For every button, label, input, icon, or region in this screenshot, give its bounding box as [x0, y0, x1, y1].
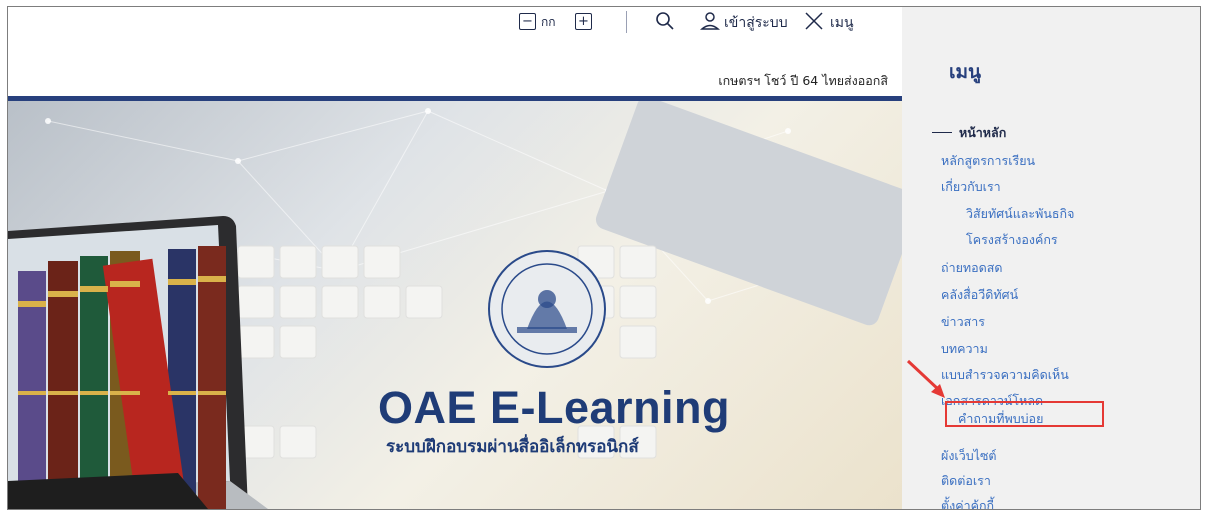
- user-icon[interactable]: [700, 10, 720, 36]
- banner-subtitle: ระบบฝึกอบรมผ่านสื่ออิเล็กทรอนิกส์: [386, 437, 639, 457]
- toolbar-divider: [626, 11, 627, 33]
- browser-viewport: − กก + เข้าสู่ระบบ เมนู เกษตรฯ โชว์ ปี 6…: [7, 6, 1201, 510]
- menu-item-contact[interactable]: ติดต่อเรา: [941, 471, 991, 491]
- font-increase-button[interactable]: +: [575, 13, 592, 30]
- menu-item-live[interactable]: ถ่ายทอดสด: [941, 258, 1003, 278]
- side-menu-panel: เมนู หน้าหลัก หลักสูตรการเรียน เกี่ยวกับ…: [902, 7, 1200, 509]
- menu-item-about[interactable]: เกี่ยวกับเรา: [941, 177, 1001, 197]
- hero-banner: OAE E-Learning ระบบฝึกอบรมผ่านสื่ออิเล็ก…: [8, 101, 902, 509]
- login-link[interactable]: เข้าสู่ระบบ: [724, 12, 788, 34]
- menu-item-cookie-settings[interactable]: ตั้งค่าคุ้กกี้: [941, 496, 994, 509]
- menu-item-sitemap[interactable]: ผังเว็บไซต์: [941, 446, 997, 466]
- menu-item-survey[interactable]: แบบสำรวจความคิดเห็น: [941, 365, 1069, 385]
- menu-toggle-label[interactable]: เมนู: [830, 12, 854, 34]
- close-icon[interactable]: [803, 10, 825, 36]
- main-content: − กก + เข้าสู่ระบบ เมนู เกษตรฯ โชว์ ปี 6…: [8, 7, 902, 509]
- font-size-label: กก: [541, 15, 556, 29]
- search-icon[interactable]: [654, 10, 676, 36]
- menu-item-news[interactable]: ข่าวสาร: [941, 312, 985, 332]
- menu-item-video-library[interactable]: คลังสื่อวีดิทัศน์: [941, 285, 1018, 305]
- news-ticker[interactable]: เกษตรฯ โชว์ ปี 64 ไทยส่งออกสิ: [718, 71, 888, 91]
- red-arrow-icon: [906, 359, 945, 398]
- banner-title: OAE E-Learning: [378, 382, 731, 433]
- font-decrease-button[interactable]: −: [519, 13, 536, 30]
- faq-highlight-box: [945, 401, 1104, 427]
- menu-item-home[interactable]: หน้าหลัก: [959, 123, 1006, 143]
- menu-item-courses[interactable]: หลักสูตรการเรียน: [941, 151, 1035, 171]
- menu-item-vision-mission[interactable]: วิสัยทัศน์และพันธกิจ: [966, 204, 1074, 224]
- side-menu-title: เมนู: [949, 61, 982, 83]
- menu-item-org-structure[interactable]: โครงสร้างองค์กร: [966, 230, 1058, 250]
- menu-item-articles[interactable]: บทความ: [941, 339, 988, 359]
- top-toolbar: − กก + เข้าสู่ระบบ เมนู: [8, 7, 902, 39]
- active-indicator: [932, 132, 952, 133]
